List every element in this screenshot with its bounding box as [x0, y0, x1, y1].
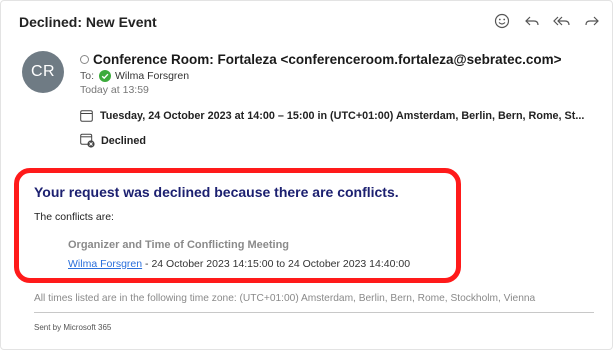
email-reading-pane: Declined: New Event CR Conference Room: …	[0, 0, 613, 350]
unread-status-circle-icon[interactable]	[80, 55, 89, 64]
recipient-name[interactable]: Wilma Forsgren	[115, 70, 189, 82]
conflict-table-title: Organizer and Time of Conflicting Meetin…	[68, 239, 290, 251]
reply-icon	[525, 16, 539, 26]
accepted-check-icon	[99, 70, 112, 82]
sender-name: Conference Room: Fortaleza <conferencero…	[93, 52, 562, 67]
reply-all-icon	[553, 16, 570, 26]
conflict-time: - 24 October 2023 14:15:00 to 24 October…	[142, 258, 411, 270]
emoji-reaction-button[interactable]	[492, 11, 512, 31]
emoji-reaction-icon	[494, 13, 510, 29]
received-date: Today at 13:59	[80, 84, 149, 96]
timezone-note: All times listed are in the following ti…	[34, 293, 536, 304]
sender-line[interactable]: Conference Room: Fortaleza <conferencero…	[80, 52, 562, 67]
conflict-organizer-link[interactable]: Wilma Forsgren	[68, 258, 142, 270]
sent-by-footer: Sent by Microsoft 365	[34, 323, 112, 332]
email-subject: Declined: New Event	[19, 14, 157, 30]
recipients-line: To: Wilma Forsgren	[80, 70, 189, 82]
calendar-declined-icon	[80, 133, 95, 148]
conflict-row: Wilma Forsgren - 24 October 2023 14:15:0…	[68, 258, 410, 270]
forward-button[interactable]	[582, 11, 602, 31]
meeting-time-text: Tuesday, 24 October 2023 at 14:00 – 15:0…	[100, 109, 585, 122]
footer-divider	[34, 312, 594, 313]
reply-all-button[interactable]	[552, 11, 572, 31]
response-status-row: Declined	[80, 133, 146, 148]
sender-avatar: CR	[22, 51, 64, 93]
calendar-icon	[80, 110, 93, 122]
conflicts-intro: The conflicts are:	[34, 211, 114, 223]
forward-icon	[585, 16, 599, 26]
to-label: To:	[80, 70, 95, 82]
reply-button[interactable]	[522, 11, 542, 31]
email-actions-toolbar	[492, 11, 602, 31]
response-status-text: Declined	[101, 134, 147, 147]
meeting-time-row: Tuesday, 24 October 2023 at 14:00 – 15:0…	[80, 109, 584, 122]
decline-heading: Your request was declined because there …	[34, 184, 399, 200]
